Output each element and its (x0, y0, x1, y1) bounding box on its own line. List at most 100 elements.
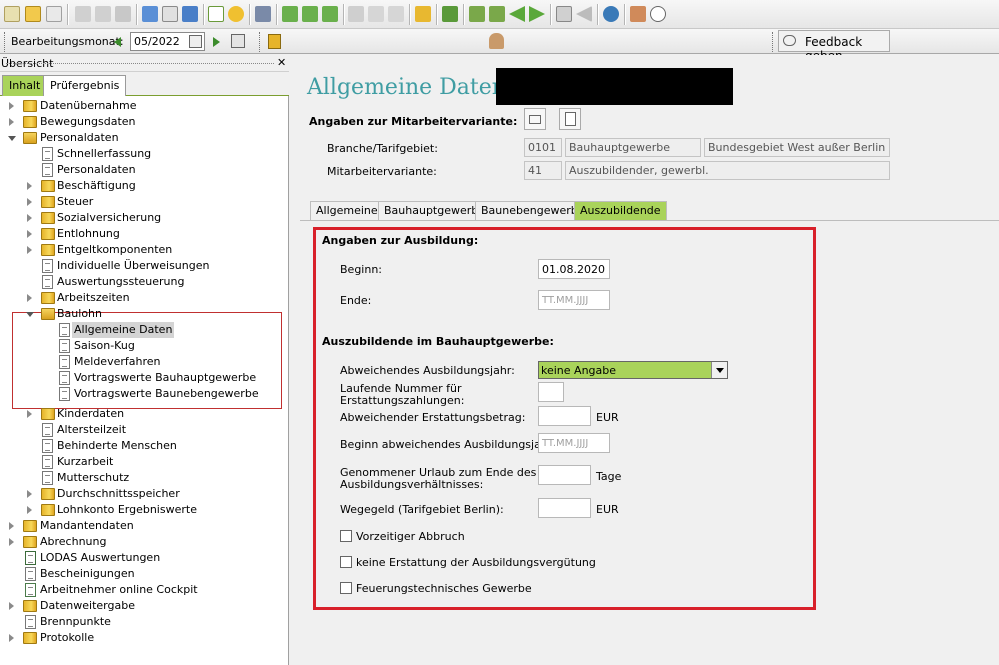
tree-label: Beschäftigung (57, 179, 136, 192)
variant-edit-button[interactable] (559, 108, 581, 130)
tree-item-bescheinigungen[interactable]: Bescheinigungen (0, 566, 289, 582)
close-document-icon[interactable] (46, 6, 62, 22)
dropdown-button[interactable] (711, 362, 727, 378)
add-company-icon[interactable] (282, 6, 298, 22)
toolbar-separator (203, 4, 204, 25)
tree-item-behinderte-menschen[interactable]: Behinderte Menschen (0, 438, 289, 454)
keine-erstattung-checkbox[interactable] (340, 556, 352, 568)
save-icon[interactable] (75, 6, 91, 22)
tree-item-protokolle[interactable]: Protokolle (0, 630, 289, 646)
tree-item-meldeverfahren[interactable]: Meldeverfahren (0, 354, 289, 370)
bell-icon[interactable] (228, 6, 244, 22)
last-record-icon[interactable] (489, 6, 505, 22)
lexinform-icon[interactable] (650, 6, 666, 22)
close-icon[interactable]: ✕ (277, 56, 286, 69)
copy-icon[interactable] (368, 6, 384, 22)
tree-item-schnellerfassung[interactable]: Schnellerfassung (0, 146, 289, 162)
first-record-icon[interactable] (469, 6, 485, 22)
tree-item-datenuebernahme[interactable]: Datenübernahme (0, 98, 289, 114)
tree-item-durchschnittsspeicher[interactable]: Durchschnittsspeicher (0, 486, 289, 502)
search-icon[interactable] (556, 6, 572, 22)
tree-item-lohnkonto-ergebniswerte[interactable]: Lohnkonto Ergebniswerte (0, 502, 289, 518)
feuerungstechnisch-checkbox[interactable] (340, 582, 352, 594)
tree-item-steuer[interactable]: Steuer (0, 194, 289, 210)
tree-item-datenweitergabe[interactable]: Datenweitergabe (0, 598, 289, 614)
month-next-icon[interactable] (213, 37, 220, 47)
tree-item-kinderdaten[interactable]: Kinderdaten (0, 406, 289, 422)
tree-item-arbeitnehmer-online-cockpit[interactable]: Arbeitnehmer online Cockpit (0, 582, 289, 598)
tree-item-vortragswerte-baunebengewerbe[interactable]: Vortragswerte Baunebengewerbe (0, 386, 289, 402)
next-icon[interactable] (529, 6, 545, 22)
open-folder-icon[interactable] (25, 6, 41, 22)
abw-betrag-input[interactable] (538, 406, 591, 426)
tab-auszubildende[interactable]: Auszubildende (574, 201, 667, 220)
wegegeld-unit: EUR (596, 503, 619, 516)
urlaub-input[interactable] (538, 465, 591, 485)
page-icon (42, 439, 53, 453)
tree-item-abrechnung[interactable]: Abrechnung (0, 534, 289, 550)
tree-label: Kurzarbeit (57, 455, 114, 468)
month-prev-icon[interactable] (114, 37, 121, 47)
previous-icon[interactable] (509, 6, 525, 22)
tab-inhalt[interactable]: Inhalt (2, 75, 48, 96)
tree-label: Entlohnung (57, 227, 120, 240)
nav-icon[interactable] (603, 6, 619, 22)
folder-icon (41, 408, 55, 420)
company-delete-icon[interactable] (322, 6, 338, 22)
print-icon[interactable] (115, 6, 131, 22)
export-icon[interactable] (182, 6, 198, 22)
ende-input[interactable]: TT.MM.JJJJ (538, 290, 610, 310)
back-icon[interactable] (576, 6, 592, 22)
auszubildende-section: Angaben zur Ausbildung: Beginn: 01.08.20… (313, 227, 816, 610)
edit-pencil-icon[interactable] (415, 6, 431, 22)
check-icon[interactable] (208, 6, 224, 22)
building-icon[interactable] (255, 6, 271, 22)
tree-item-arbeitszeiten[interactable]: Arbeitszeiten (0, 290, 289, 306)
cut-icon[interactable] (348, 6, 364, 22)
go-to-icon[interactable] (142, 6, 158, 22)
tree-item-vortragswerte-bauhauptgewerbe[interactable]: Vortragswerte Bauhauptgewerbe (0, 370, 289, 386)
tree-item-auswertungssteuerung[interactable]: Auswertungssteuerung (0, 274, 289, 290)
tree-item-baulohn[interactable]: Baulohn (0, 306, 289, 322)
tree-item-lodas-auswertungen[interactable]: LODAS Auswertungen (0, 550, 289, 566)
tree-label: Kinderdaten (57, 407, 125, 420)
tree-item-entgeltkomponenten[interactable]: Entgeltkomponenten (0, 242, 289, 258)
feedback-button[interactable]: Feedback geben (778, 30, 890, 63)
tree-item-mandantendaten[interactable]: Mandantendaten (0, 518, 289, 534)
tree-item-kurzarbeit[interactable]: Kurzarbeit (0, 454, 289, 470)
tree-item-brennpunkte[interactable]: Brennpunkte (0, 614, 289, 630)
tree-item-bewegungsdaten[interactable]: Bewegungsdaten (0, 114, 289, 130)
handshake-icon[interactable] (630, 6, 646, 22)
calendar-icon[interactable] (189, 35, 202, 48)
tree-item-mutterschutz[interactable]: Mutterschutz (0, 470, 289, 486)
print-preview-icon[interactable] (95, 6, 111, 22)
tree-item-altersteilzeit[interactable]: Altersteilzeit (0, 422, 289, 438)
tree-item-saison-kug[interactable]: Saison-Kug (0, 338, 289, 354)
month-input[interactable]: 05/2022 (130, 32, 205, 51)
month-apply-icon[interactable] (231, 34, 245, 48)
employee-icon[interactable] (489, 33, 504, 49)
variant-details-button[interactable] (524, 108, 546, 130)
branche-name-field: Bauhauptgewerbe (565, 138, 701, 157)
new-document-icon[interactable] (4, 6, 20, 22)
lfd-nr-input[interactable] (538, 382, 564, 402)
tree-item-personaldaten-page[interactable]: Personaldaten (0, 162, 289, 178)
tree-icon[interactable] (442, 6, 458, 22)
tree-item-entlohnung[interactable]: Entlohnung (0, 226, 289, 242)
abw-jahr-select[interactable]: keine Angabe (538, 361, 728, 379)
tree-item-personaldaten[interactable]: Personaldaten (0, 130, 289, 146)
tab-pruefergebnis[interactable]: Prüfergebnis (43, 75, 127, 96)
tree-item-beschaeftigung[interactable]: Beschäftigung (0, 178, 289, 194)
wegegeld-input[interactable] (538, 498, 591, 518)
paste-icon[interactable] (388, 6, 404, 22)
mandant-lock-icon[interactable] (268, 34, 281, 49)
tree-item-individuelle-ueberweisungen[interactable]: Individuelle Überweisungen (0, 258, 289, 274)
folder-icon (41, 196, 55, 208)
beginn-abw-input[interactable]: TT.MM.JJJJ (538, 433, 610, 453)
tree-item-sozialversicherung[interactable]: Sozialversicherung (0, 210, 289, 226)
company-icon[interactable] (302, 6, 318, 22)
form-icon[interactable] (162, 6, 178, 22)
vorzeitiger-abbruch-checkbox[interactable] (340, 530, 352, 542)
beginn-input[interactable]: 01.08.2020 (538, 259, 610, 279)
tree-item-allgemeine-daten[interactable]: Allgemeine Daten (0, 322, 289, 338)
